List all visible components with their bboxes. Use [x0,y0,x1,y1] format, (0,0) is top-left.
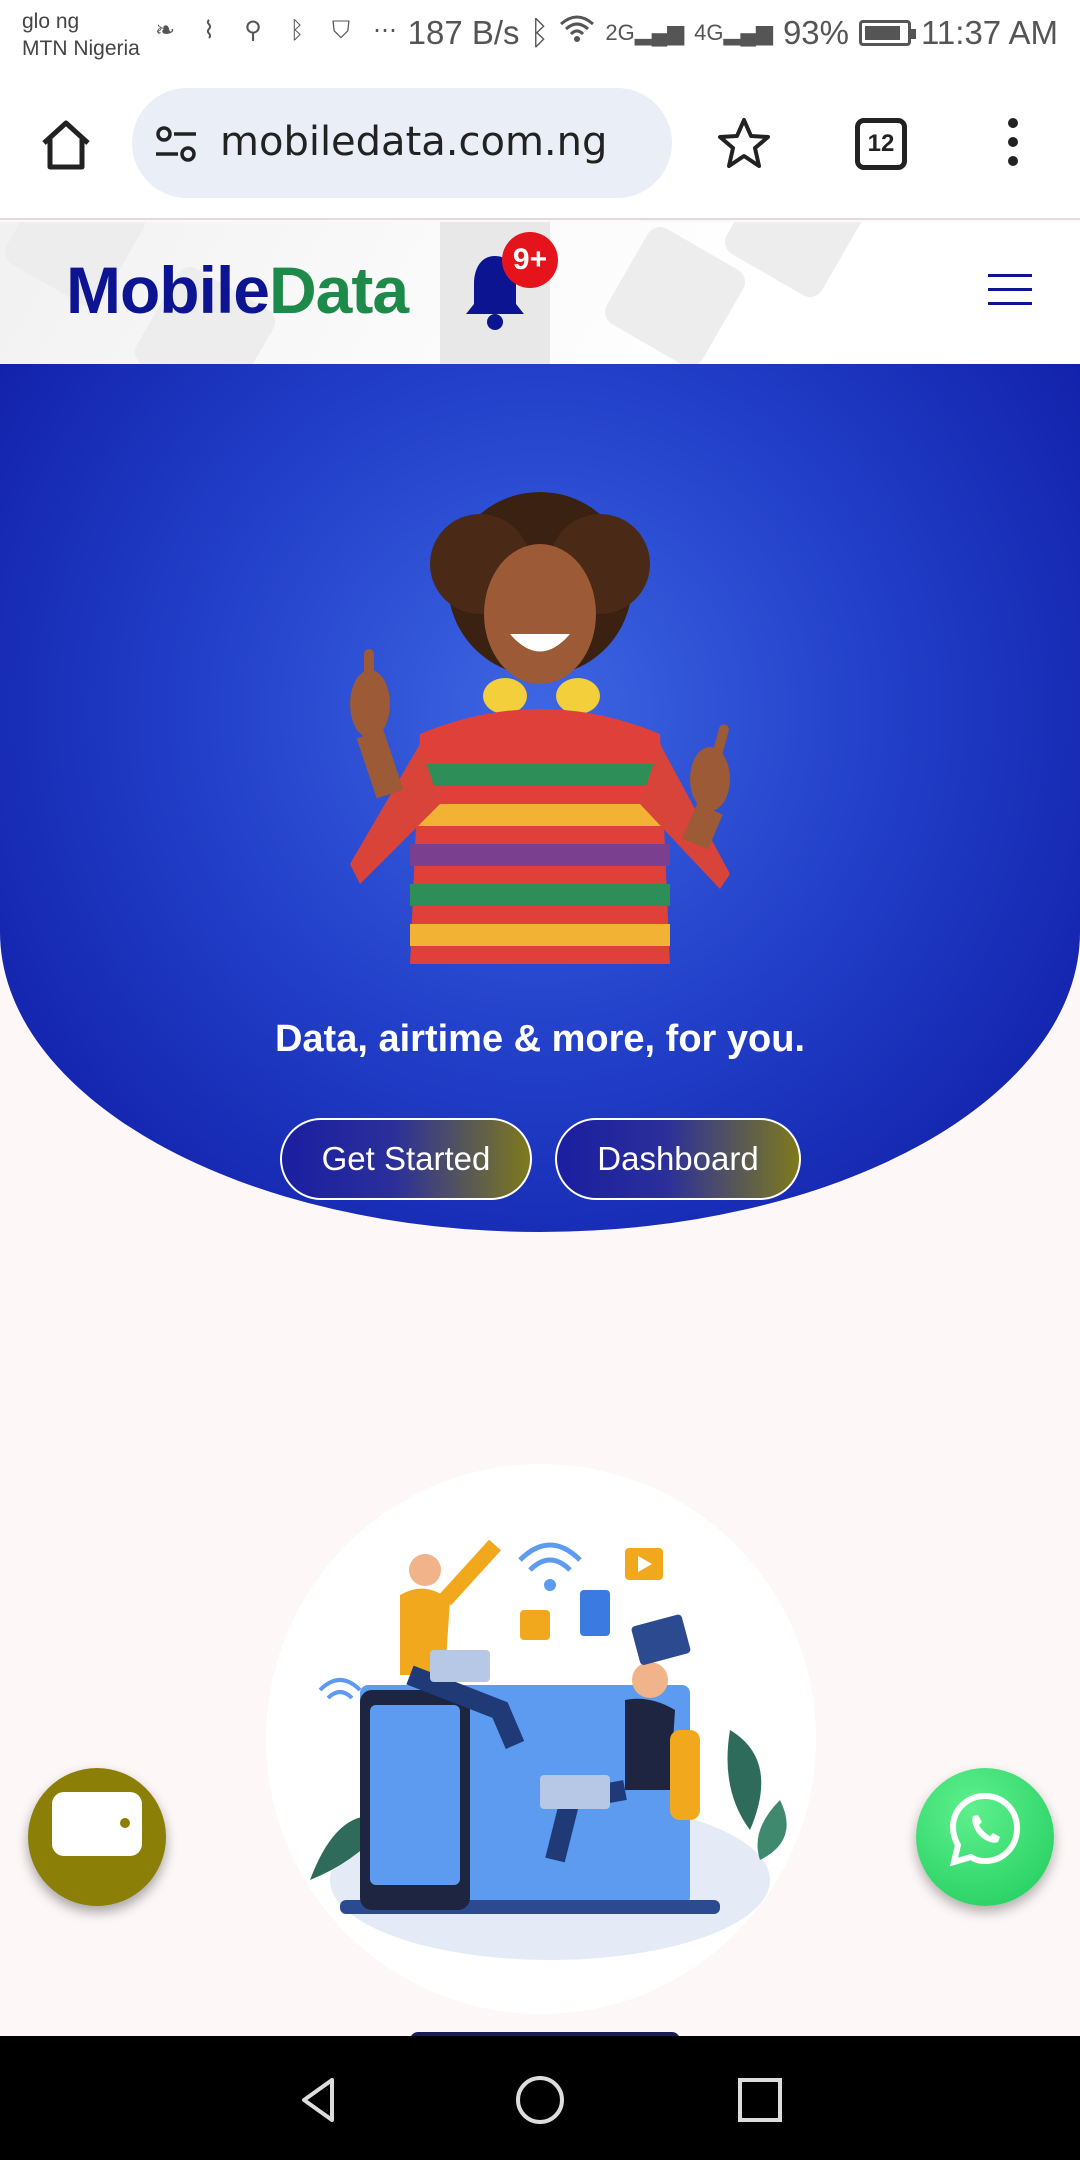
back-icon[interactable] [292,2072,348,2128]
get-started-button[interactable]: Get Started [280,1118,532,1200]
status-bar: glo ng MTN Nigeria ❧ ⌇ ⚲ ᛒ ⛉ ⋯ 187 B/s ᛒ… [0,0,1080,70]
wallet-button[interactable] [28,1768,166,1906]
battery-icon [859,20,917,46]
notification-button[interactable]: 9+ [440,222,558,364]
hamburger-menu-icon[interactable] [988,274,1032,308]
whatsapp-button[interactable] [916,1768,1054,1906]
signal-4g-icon: 4G▂▄▆ [694,20,773,45]
carrier-info: glo ng MTN Nigeria [22,8,140,62]
site-settings-icon[interactable] [154,124,198,164]
system-navigation-bar [0,2036,1080,2160]
bluetooth-status-icon: ᛒ [529,14,550,51]
signal-2g-label: 2G [605,20,635,45]
carrier-line1: glo ng [22,10,80,33]
leaf-icon: ❧ [154,17,176,44]
site-header: MobileData 9+ [0,222,1080,364]
hero-section: Data, airtime & more, for you. Get Start… [0,364,1080,1232]
home-icon[interactable] [36,115,96,175]
wallet-icon [52,1792,142,1856]
logo-part1: Mobile [66,253,270,327]
site-logo[interactable]: MobileData [66,252,409,328]
notification-badge: 9+ [502,232,558,288]
url-text: mobiledata.com.ng [220,119,608,165]
whatsapp-icon [949,1792,1021,1867]
signal-2g-icon: 2G▂▄▆ [605,20,685,45]
user-add-icon: ⚲ [244,17,262,44]
more-icon: ⋯ [373,17,397,44]
notification-icons: ❧ ⌇ ⚲ ᛒ ⛉ ⋯ [150,16,400,46]
signal-4g-label: 4G [694,20,724,45]
dashboard-button[interactable]: Dashboard [555,1118,801,1200]
network-speed: 187 B/s [407,14,520,51]
status-right: 187 B/s ᛒ 2G▂▄▆ 4G▂▄▆ 93% 11:37 AM [408,14,1058,52]
bluetooth-icon: ᛒ [289,17,305,44]
activity-icon: ⌇ [203,17,215,44]
clock: 11:37 AM [921,14,1058,51]
carrier-line2: MTN Nigeria [22,37,140,60]
hero-title: Data, airtime & more, for you. [274,1018,805,1060]
tab-switcher-button[interactable]: 12 [855,118,907,170]
hero-person-image [350,492,730,964]
battery-percent: 93% [782,14,850,51]
people-online-illustration [310,1539,787,1960]
wifi-icon [559,14,595,52]
browser-menu-icon[interactable] [1003,118,1023,174]
shield-icon: ⛉ [332,17,350,44]
recents-icon[interactable] [732,2072,788,2128]
logo-part2: Data [269,253,409,327]
browser-toolbar: mobiledata.com.ng 12 [0,70,1080,220]
home-nav-icon[interactable] [512,2072,568,2128]
bookmark-star-icon[interactable] [716,116,772,172]
url-bar[interactable]: mobiledata.com.ng [132,88,672,198]
